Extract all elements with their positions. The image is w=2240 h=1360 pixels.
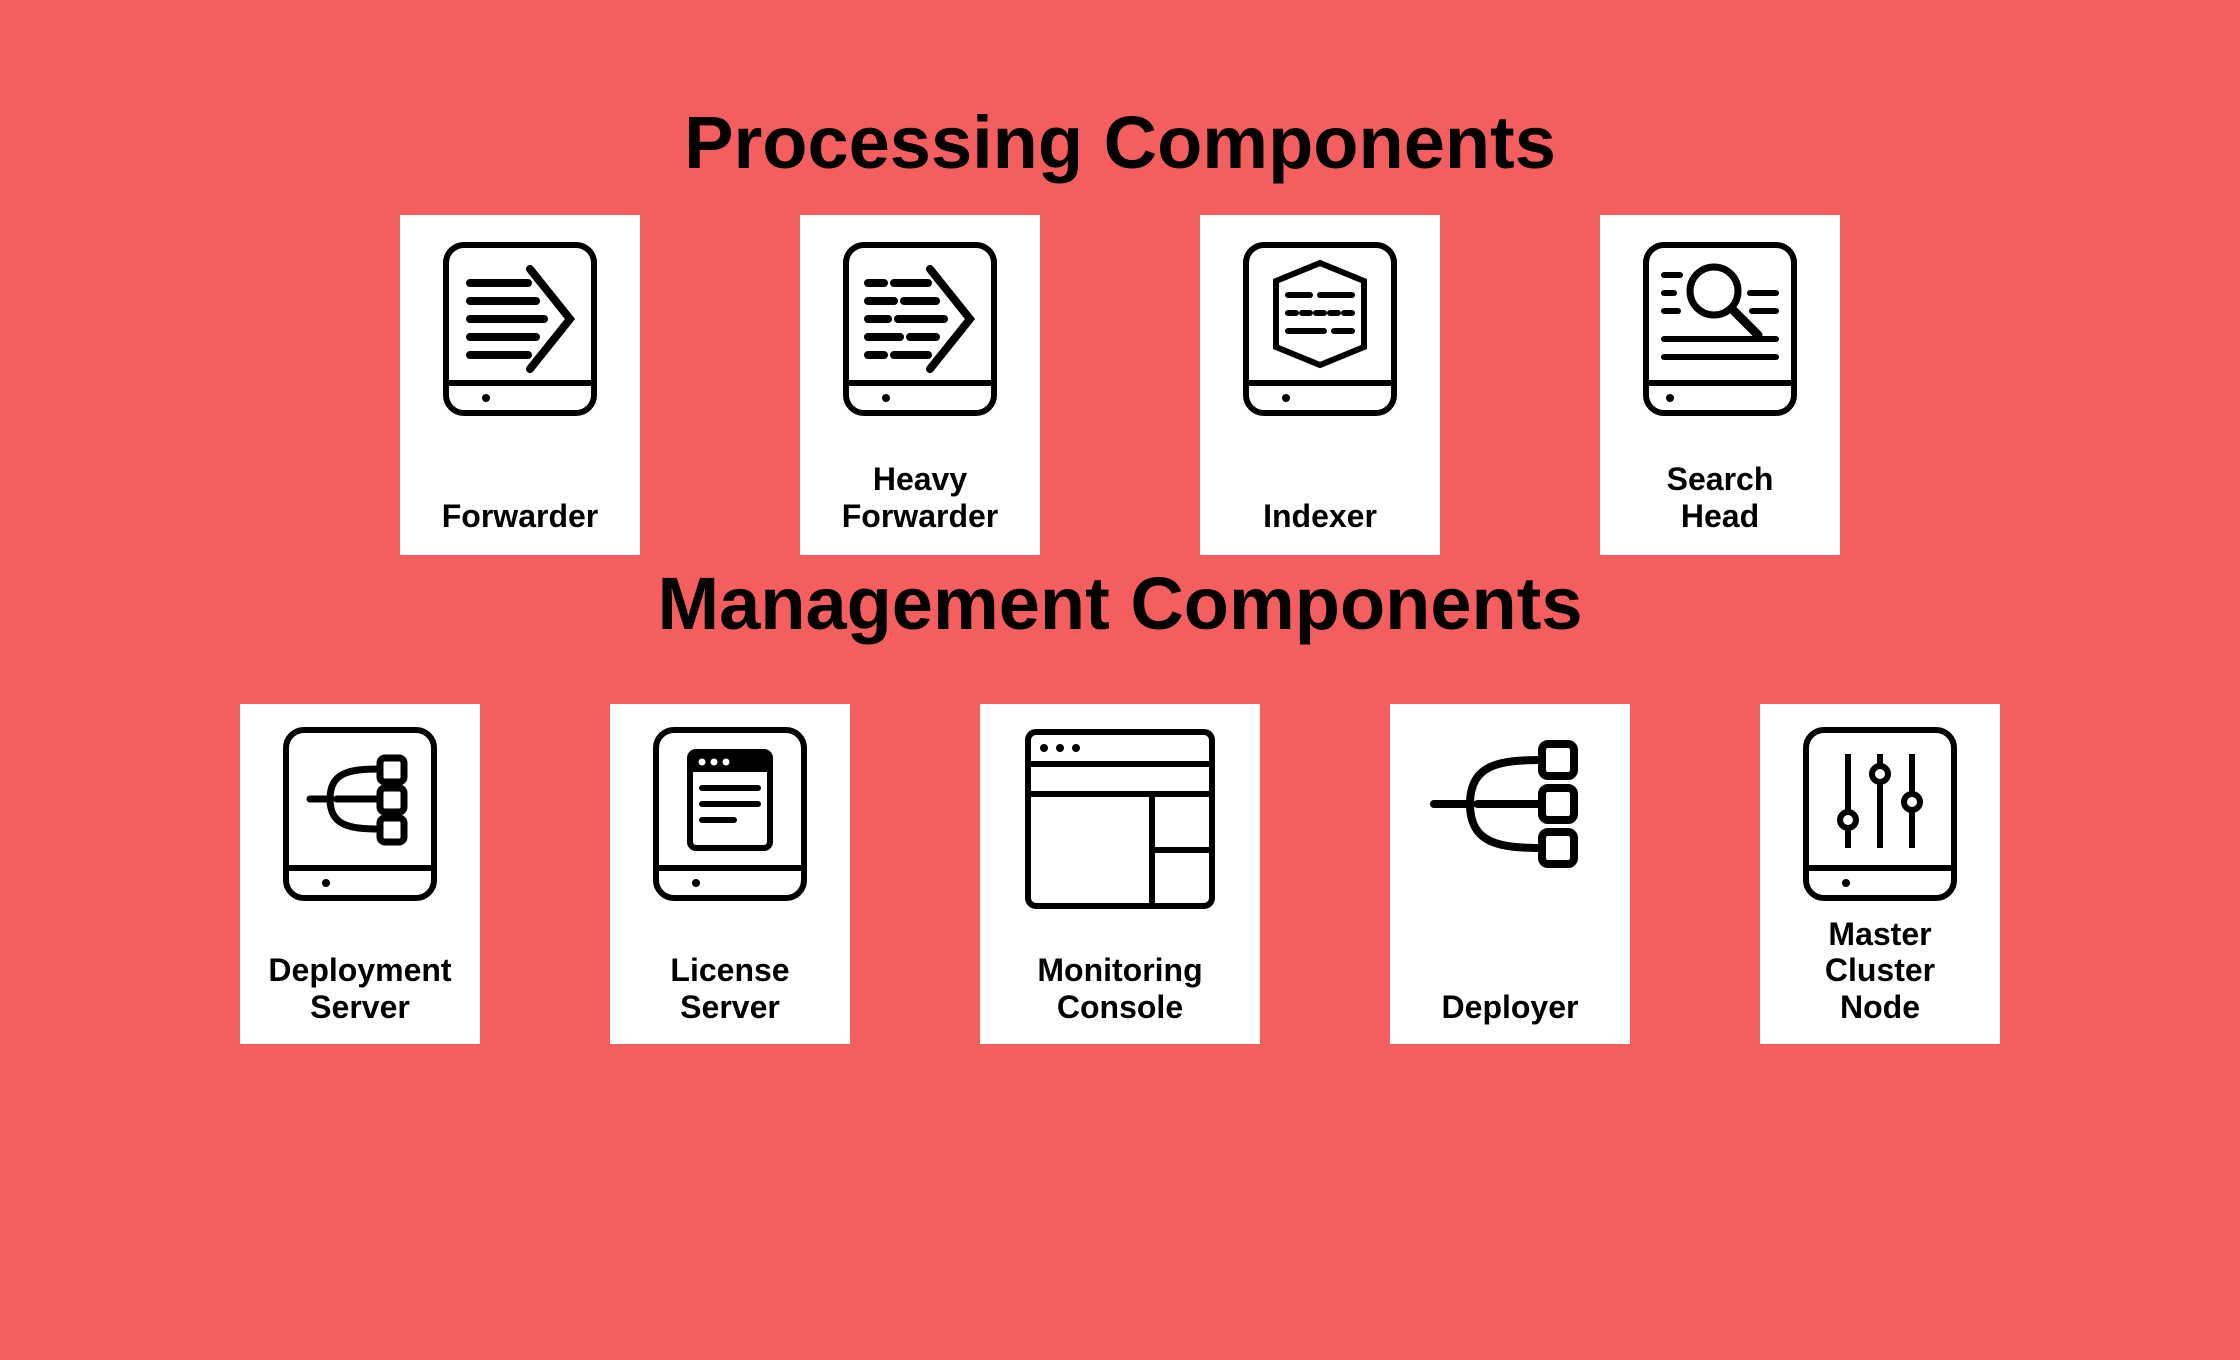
- processing-title: Processing Components: [0, 100, 2240, 185]
- heavy-forwarder-icon: [840, 239, 1000, 419]
- card-indexer: Indexer: [1200, 215, 1440, 555]
- master-cluster-node-icon: [1800, 724, 1960, 904]
- card-label: Heavy Forwarder: [842, 461, 998, 535]
- license-server-icon: [650, 724, 810, 904]
- card-forwarder: Forwarder: [400, 215, 640, 555]
- card-label: Master Cluster Node: [1772, 916, 1988, 1026]
- forwarder-icon: [440, 239, 600, 419]
- card-master-cluster-node: Master Cluster Node: [1760, 704, 2000, 1044]
- card-monitoring-console: Monitoring Console: [980, 704, 1260, 1044]
- management-title: Management Components: [0, 561, 2240, 646]
- card-label: Monitoring Console: [1037, 952, 1202, 1026]
- card-label: Indexer: [1263, 498, 1377, 535]
- card-deployer: Deployer: [1390, 704, 1630, 1044]
- deployment-server-icon: [280, 724, 440, 904]
- monitoring-console-icon: [1020, 724, 1220, 914]
- card-deployment-server: Deployment Server: [240, 704, 480, 1044]
- card-label: Forwarder: [442, 498, 598, 535]
- card-heavy-forwarder: Heavy Forwarder: [800, 215, 1040, 555]
- card-label: Deployer: [1442, 989, 1579, 1026]
- card-label: License Server: [670, 952, 789, 1026]
- deployer-icon: [1420, 724, 1600, 884]
- card-search-head: Search Head: [1600, 215, 1840, 555]
- card-label: Deployment Server: [268, 952, 451, 1026]
- processing-row: Forwarder Heavy Forwarder: [0, 215, 2240, 555]
- management-row: Deployment Server License Server: [0, 704, 2240, 1044]
- indexer-icon: [1240, 239, 1400, 419]
- search-head-icon: [1640, 239, 1800, 419]
- card-license-server: License Server: [610, 704, 850, 1044]
- card-label: Search Head: [1667, 461, 1774, 535]
